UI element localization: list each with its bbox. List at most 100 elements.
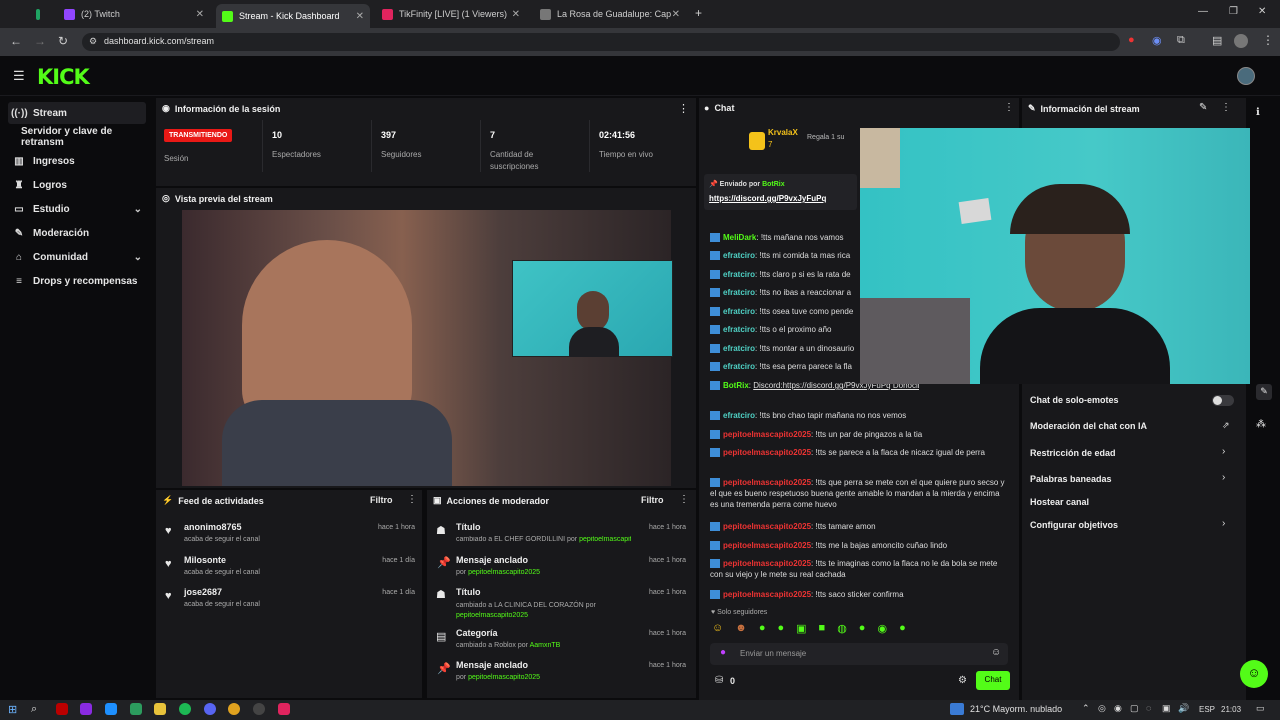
emote-icon[interactable]: ◍ [837, 622, 847, 636]
mod-action-user[interactable]: pepitoelmascapito2025 [468, 569, 540, 576]
weather-icon[interactable] [950, 703, 964, 715]
chrome-icon[interactable] [228, 703, 240, 715]
chevron-down-icon[interactable]: ⌄ [134, 252, 142, 263]
reload-icon[interactable]: ↻ [58, 34, 68, 48]
taskbar-app-icon[interactable] [80, 703, 92, 715]
feed-item-name[interactable]: jose2687 [184, 587, 222, 597]
setting-age-restriction[interactable]: Restricción de edad [1030, 448, 1116, 458]
chat-username[interactable]: efratciro [723, 307, 755, 316]
top-gifter-name[interactable]: KrvalaX [768, 128, 798, 137]
obs-icon[interactable] [253, 703, 265, 715]
external-link-icon[interactable]: ⇗ [1222, 420, 1230, 431]
emoji-picker-icon[interactable]: ☺ [991, 647, 1001, 658]
windows-start-icon[interactable]: ⊞ [8, 703, 17, 716]
mod-action-user[interactable]: pepitoelmascapito2025 [468, 674, 540, 681]
minimize-button[interactable]: — [1198, 6, 1208, 17]
clock[interactable]: 21:03 [1221, 705, 1241, 714]
chat-username[interactable]: pepitoelmascapito2025 [723, 559, 811, 568]
microphone-icon[interactable]: ● [720, 647, 726, 658]
settings-gear-icon[interactable]: ⚙ [958, 675, 967, 686]
site-info-icon[interactable]: ⚙ [89, 36, 97, 47]
tray-icon[interactable]: ◉ [1114, 703, 1122, 714]
sidebar-item-ingresos[interactable]: ▥ Ingresos [8, 150, 146, 172]
filter-button[interactable]: Filtro [370, 495, 393, 505]
extension-icon[interactable]: ◉ [1152, 34, 1162, 47]
chevron-right-icon[interactable]: › [1222, 472, 1225, 483]
kick-logo[interactable]: KICK [37, 65, 90, 89]
mod-action-user[interactable]: AamxnTB [530, 642, 561, 649]
menu-dots-icon[interactable]: ⋮ [1262, 33, 1274, 47]
chat-username[interactable]: pepitoelmascapito2025 [723, 522, 811, 531]
chat-username[interactable]: efratciro [723, 362, 755, 371]
taskbar-app-icon[interactable] [130, 703, 142, 715]
tab-twitch[interactable]: (2) Twitch ✕ [58, 4, 210, 24]
tab-la-rosa[interactable]: La Rosa de Guadalupe: Cap ✕ [534, 4, 686, 24]
chat-username[interactable]: pepitoelmascapito2025 [723, 430, 811, 439]
emote-icon[interactable]: ☻ [735, 622, 747, 636]
profile-avatar[interactable] [1234, 34, 1248, 48]
chat-send-button[interactable]: Chat [976, 671, 1010, 690]
chat-username[interactable]: pepitoelmascapito2025 [723, 448, 811, 457]
tray-icon[interactable]: ◌ [1146, 703, 1151, 713]
language-indicator[interactable]: ESP [1199, 705, 1215, 714]
chat-username[interactable]: pepitoelmascapito2025 [723, 541, 811, 550]
close-icon[interactable]: ✕ [672, 9, 680, 20]
gift-sub-text[interactable]: Regala 1 su [807, 134, 844, 141]
tab-sheets[interactable] [30, 4, 52, 24]
tab-kick-dashboard[interactable]: Stream - Kick Dashboard ✕ [216, 4, 370, 28]
points-icon[interactable]: ⛁ [715, 675, 723, 686]
emote-icon[interactable]: ■ [819, 622, 826, 636]
menu-dots-icon[interactable]: ⋮ [407, 494, 417, 505]
feed-item-name[interactable]: anonimo8765 [184, 522, 242, 532]
tab-tikfinity[interactable]: TikFinity [LIVE] (1 Viewers) ✕ [376, 4, 526, 24]
window-close-button[interactable]: ✕ [1258, 6, 1266, 17]
chat-username[interactable]: pepitoelmascapito2025 [723, 590, 811, 599]
sidebar-item-drops[interactable]: ≡ Drops y recompensas [8, 270, 146, 292]
support-chat-button[interactable]: ☺ [1240, 660, 1268, 688]
back-icon[interactable]: ← [10, 34, 22, 48]
info-icon[interactable]: ℹ [1256, 107, 1260, 118]
menu-dots-icon[interactable]: ⋮ [1004, 102, 1014, 113]
setting-goals[interactable]: Configurar objetivos [1030, 520, 1118, 530]
sidebar-item-stream[interactable]: ((·)) Stream [8, 102, 146, 124]
emote-only-toggle[interactable] [1212, 395, 1234, 406]
chevron-right-icon[interactable]: › [1222, 518, 1225, 529]
forward-icon[interactable]: → [34, 34, 46, 48]
sidebar-item-moderacion[interactable]: ✎ Moderación [8, 222, 146, 244]
chat-username[interactable]: efratciro [723, 288, 755, 297]
hamburger-menu-icon[interactable]: ☰ [13, 68, 25, 84]
close-icon[interactable]: ✕ [356, 11, 364, 22]
close-icon[interactable]: ✕ [512, 9, 520, 20]
emote-icon[interactable]: ▣ [796, 622, 806, 636]
tikfinity-icon[interactable] [278, 703, 290, 715]
tray-icon[interactable]: ◎ [1098, 703, 1106, 714]
taskbar-app-icon[interactable] [56, 703, 68, 715]
chat-username[interactable]: efratciro [723, 411, 755, 420]
chevron-right-icon[interactable]: › [1222, 446, 1225, 457]
emote-icon[interactable]: ● [899, 622, 906, 636]
setting-host-channel[interactable]: Hostear canal [1030, 497, 1089, 507]
search-icon[interactable]: ⌕ [31, 703, 37, 716]
users-icon[interactable]: ⁂ [1256, 419, 1266, 430]
setting-banned-words[interactable]: Palabras baneadas [1030, 474, 1112, 484]
feed-item-name[interactable]: Milosonte [184, 555, 226, 565]
menu-dots-icon[interactable]: ⋮ [1221, 102, 1231, 113]
tray-icon[interactable]: ▣ [1162, 703, 1171, 714]
notifications-icon[interactable]: ▭ [1256, 703, 1265, 714]
tray-icon[interactable]: ▢ [1130, 703, 1139, 714]
filter-button[interactable]: Filtro [641, 495, 664, 505]
emote-icon[interactable]: ● [777, 622, 784, 636]
pinned-link[interactable]: https://discord.gg/P9vxJyFuPq [709, 194, 826, 203]
pinned-user[interactable]: BotRix [762, 181, 785, 188]
folder-icon[interactable] [154, 703, 166, 715]
mod-action-user[interactable]: pepitoelmascapito2025 [579, 536, 631, 543]
new-tab-button[interactable]: + [695, 6, 702, 20]
emote-icon[interactable]: ● [759, 622, 766, 636]
menu-dots-icon[interactable]: ⋮ [678, 102, 689, 115]
chat-username[interactable]: BotRix [723, 381, 749, 390]
sidebar-item-logros[interactable]: ♜ Logros [8, 174, 146, 196]
edge-icon[interactable] [105, 703, 117, 715]
chat-username[interactable]: efratciro [723, 251, 755, 260]
edit-pencil-icon[interactable]: ✎ [1199, 102, 1207, 113]
chat-input[interactable]: ● Enviar un mensaje ☺ [710, 643, 1008, 665]
